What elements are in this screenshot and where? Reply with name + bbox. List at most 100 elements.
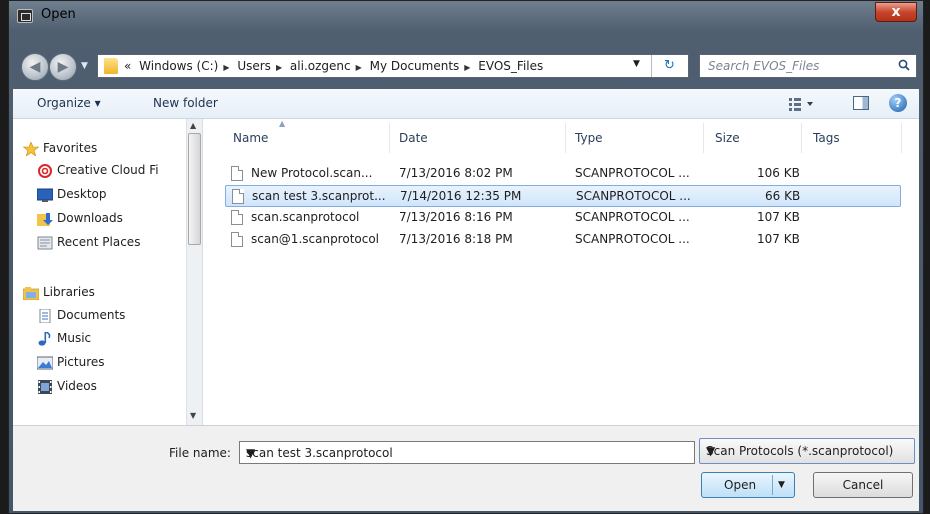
organize-button[interactable]: Organize ▾ [37,96,101,110]
cancel-button[interactable]: Cancel [813,472,913,498]
column-header-size[interactable]: Size [715,131,740,145]
chevron-right-icon[interactable]: ▶ [356,63,362,72]
file-type: SCANPROTOCOL ... [575,210,690,224]
star-icon [23,142,39,156]
chevron-down-icon[interactable]: ▼ [706,444,908,458]
recent-pages-dropdown-icon[interactable]: ▼ [81,61,88,71]
chevron-down-icon[interactable]: ▼ [246,446,688,460]
preview-pane-icon[interactable] [853,96,869,110]
address-bar[interactable]: « Windows (C:) ▶ Users ▶ ali.ozgenc ▶ My Do… [97,54,689,78]
file-name: scan test 3.scanprot... [252,189,386,203]
sidebar-item-label: Pictures [57,355,105,369]
chevron-right-icon[interactable]: ▶ [464,63,470,72]
libraries-icon [23,287,39,300]
sidebar-item-documents[interactable]: Documents [39,308,125,323]
file-date: 7/13/2016 8:18 PM [399,232,513,246]
open-button[interactable]: Open ▼ [701,472,795,498]
file-type: SCANPROTOCOL ... [576,189,691,203]
sidebar-item-label: Videos [57,379,97,393]
breadcrumb-overflow[interactable]: « [124,59,131,73]
refresh-icon[interactable]: ↻ [651,55,687,77]
command-toolbar: Organize ▾ New folder ? [13,89,919,119]
music-icon [38,332,51,346]
breadcrumb-users[interactable]: Users [237,59,271,73]
file-row[interactable]: New Protocol.scan... 7/13/2016 8:02 PM S… [225,163,901,185]
change-view-icon[interactable] [789,97,815,111]
chevron-right-icon[interactable]: ▶ [223,63,229,72]
file-icon [231,166,243,181]
sidebar-item-label: Recent Places [57,235,141,249]
file-name: scan.scanprotocol [251,210,360,224]
documents-icon [39,309,51,323]
breadcrumb-windows-c[interactable]: Windows (C:) [139,59,218,73]
sidebar-item-creative-cloud[interactable]: Creative Cloud Fi [38,163,159,178]
column-divider[interactable] [565,123,566,153]
file-row[interactable]: scan.scanprotocol 7/13/2016 8:16 PM SCAN… [225,207,901,229]
sort-ascending-icon: ▲ [279,119,286,128]
forward-button[interactable]: ▶ [49,53,77,81]
dialog-footer: File name: scan test 3.scanprotocol ▼ Sc… [13,425,919,511]
navigation-pane: Favorites Creative Cloud Fi Desktop Down… [13,119,203,425]
back-button[interactable]: ◀ [21,53,49,81]
scroll-up-icon[interactable]: ▲ [190,121,196,130]
desktop-icon [37,188,53,202]
creative-cloud-icon [38,164,52,178]
open-options-dropdown-icon[interactable]: ▼ [778,480,785,490]
column-divider[interactable] [703,123,704,153]
column-header-tags[interactable]: Tags [813,131,840,145]
file-type: SCANPROTOCOL ... [575,166,690,180]
column-header-name[interactable]: Name [233,131,268,145]
sidebar-item-downloads[interactable]: Downloads [37,211,123,226]
sidebar-item-label: Creative Cloud Fi [57,163,159,177]
help-icon[interactable]: ? [889,94,907,112]
breadcrumb-my-documents[interactable]: My Documents [370,59,460,73]
sidebar-item-favorites[interactable]: Favorites [23,141,97,156]
scrollbar-thumb[interactable] [188,133,201,245]
column-divider[interactable] [389,123,390,153]
file-name-label: File name: [169,446,231,460]
close-button[interactable]: x [875,2,917,22]
file-type-select[interactable]: Scan Protocols (*.scanprotocol) ▼ [699,438,915,464]
address-dropdown-icon[interactable]: ▼ [633,59,640,69]
breadcrumb-user[interactable]: ali.ozgenc [290,59,351,73]
file-name-input[interactable]: scan test 3.scanprotocol ▼ [239,441,695,464]
sidebar-item-music[interactable]: Music [38,331,92,346]
recent-places-icon [37,236,53,250]
search-icon[interactable] [898,59,910,71]
column-header-type[interactable]: Type [575,131,603,145]
sidebar-item-videos[interactable]: Videos [38,379,97,394]
downloads-icon [37,213,53,226]
column-divider[interactable] [901,123,902,153]
sidebar-item-pictures[interactable]: Pictures [37,355,105,370]
videos-icon [38,380,52,394]
title-bar: Open x [9,1,923,31]
sidebar-item-label: Downloads [57,211,123,225]
file-size: 107 KB [757,232,800,246]
file-date: 7/14/2016 12:35 PM [400,189,522,203]
navigation-scrollbar[interactable]: ▲ ▼ [186,119,202,425]
pictures-icon [37,356,53,370]
new-folder-button[interactable]: New folder [153,96,218,110]
search-input[interactable]: Search EVOS_Files [699,54,917,78]
window-title: Open [41,7,76,22]
file-icon [231,210,243,225]
file-type: SCANPROTOCOL ... [575,232,690,246]
file-icon [232,189,244,204]
scroll-down-icon[interactable]: ▼ [190,411,196,420]
sidebar-item-desktop[interactable]: Desktop [37,187,107,202]
file-date: 7/13/2016 8:02 PM [399,166,513,180]
sidebar-item-label: Music [57,331,92,345]
column-divider[interactable] [801,123,802,153]
search-placeholder: Search EVOS_Files [708,59,820,73]
chevron-right-icon[interactable]: ▶ [276,63,282,72]
file-row[interactable]: scan@1.scanprotocol 7/13/2016 8:18 PM SC… [225,229,901,251]
sidebar-item-recent-places[interactable]: Recent Places [37,235,141,250]
column-header-date[interactable]: Date [399,131,428,145]
file-row-selected[interactable]: scan test 3.scanprot... 7/14/2016 12:35 … [225,185,901,207]
file-name: scan@1.scanprotocol [251,232,380,246]
open-button-label: Open [724,478,757,492]
breadcrumb-evos-files[interactable]: EVOS_Files [478,59,543,73]
sidebar-item-libraries[interactable]: Libraries [23,285,95,300]
file-name: New Protocol.scan... [251,166,373,180]
libraries-label: Libraries [43,285,95,299]
